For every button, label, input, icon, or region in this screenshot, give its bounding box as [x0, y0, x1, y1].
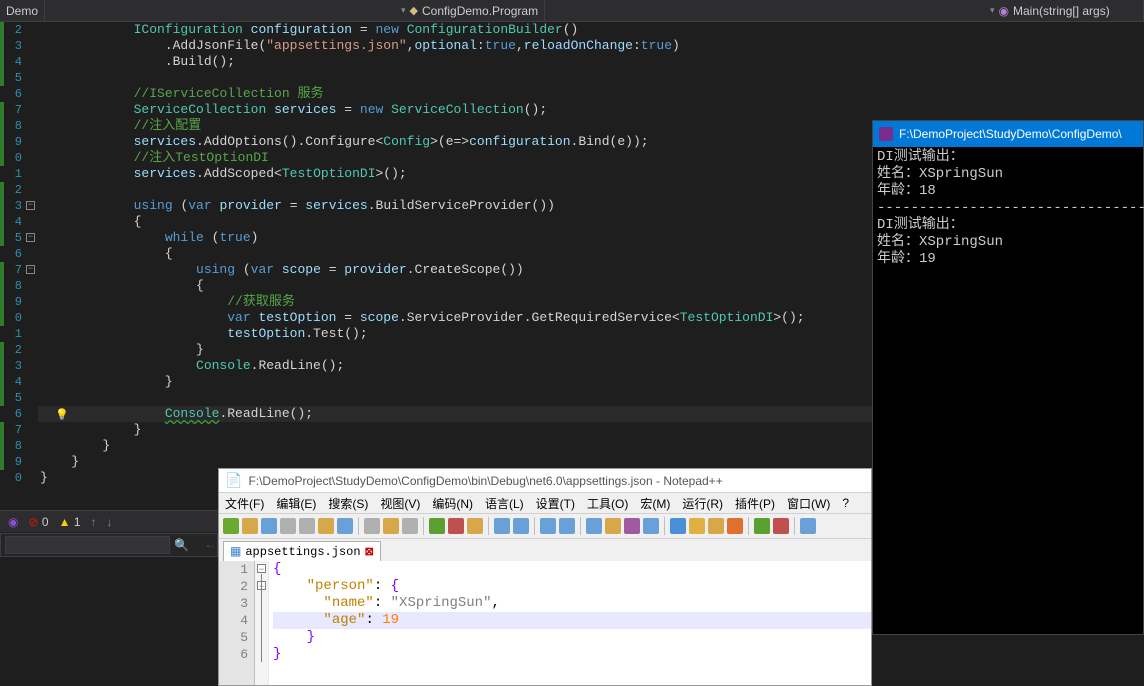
- toolbar-button[interactable]: [223, 518, 239, 534]
- back-icon[interactable]: ←: [205, 538, 216, 552]
- toolbar-button[interactable]: [754, 518, 770, 534]
- toolbar-button[interactable]: [773, 518, 789, 534]
- menu-item[interactable]: 工具(O): [587, 495, 628, 512]
- menu-item[interactable]: 宏(M): [640, 495, 670, 512]
- menu-item[interactable]: 视图(V): [380, 495, 420, 512]
- breadcrumb-method[interactable]: ▾ ◉ Main(string[] args): [984, 0, 1144, 21]
- toolbar-button[interactable]: [708, 518, 724, 534]
- notepadpp-window: 📄 F:\DemoProject\StudyDemo\ConfigDemo\bi…: [218, 468, 872, 686]
- menu-item[interactable]: ?: [842, 496, 849, 510]
- toolbar-button[interactable]: [540, 518, 556, 534]
- toolbar-button[interactable]: [448, 518, 464, 534]
- toolbar-button[interactable]: [280, 518, 296, 534]
- lightbulb-icon[interactable]: 💡: [55, 408, 67, 420]
- chevron-down-icon: ▾: [401, 5, 406, 16]
- notepadpp-titlebar[interactable]: 📄 F:\DemoProject\StudyDemo\ConfigDemo\bi…: [219, 469, 871, 493]
- menu-item[interactable]: 编码(N): [432, 495, 473, 512]
- toolbar-button[interactable]: [299, 518, 315, 534]
- toolbar-button[interactable]: [364, 518, 380, 534]
- toolbar-button[interactable]: [689, 518, 705, 534]
- menu-item[interactable]: 运行(R): [682, 495, 723, 512]
- prev-error-icon[interactable]: ↑: [91, 515, 97, 529]
- breadcrumb-bar: Demo ▾ ◆ ConfigDemo.Program ▾ ◉ Main(str…: [0, 0, 1144, 22]
- toolbar-button[interactable]: [242, 518, 258, 534]
- notepadpp-fold-column[interactable]: −−: [255, 561, 269, 685]
- notepadpp-line-numbers: 123456: [219, 561, 255, 685]
- toolbar-button[interactable]: [494, 518, 510, 534]
- menu-item[interactable]: 编辑(E): [276, 495, 316, 512]
- toolbar-button[interactable]: [586, 518, 602, 534]
- toolbar-button[interactable]: [605, 518, 621, 534]
- line-numbers: 23456789012345678901234567890: [4, 22, 24, 510]
- fold-column[interactable]: −−−: [24, 22, 38, 510]
- error-count[interactable]: ⊘ 0: [28, 515, 48, 529]
- toolbar-button[interactable]: [559, 518, 575, 534]
- menu-item[interactable]: 搜索(S): [328, 495, 368, 512]
- notepadpp-tab-row: ▦ appsettings.json ⊠: [219, 539, 871, 561]
- warning-count[interactable]: ▲ 1: [59, 515, 81, 529]
- class-icon: ◆: [410, 4, 418, 17]
- menu-item[interactable]: 窗口(W): [787, 495, 830, 512]
- notepadpp-menubar: 文件(F) 编辑(E) 搜索(S) 视图(V) 编码(N) 语言(L) 设置(T) 工具(O)…: [219, 493, 871, 513]
- toolbar-button[interactable]: [800, 518, 816, 534]
- chevron-down-icon: ▾: [990, 5, 995, 16]
- notepadpp-toolbar: [219, 513, 871, 539]
- notepadpp-editor[interactable]: 123456 −− { "person": { "name": "XSpring…: [219, 561, 871, 685]
- toolbar-button[interactable]: [261, 518, 277, 534]
- toolbar-button[interactable]: [383, 518, 399, 534]
- notepadpp-app-icon: 📄: [225, 472, 242, 489]
- search-panel: 🔍 ← →: [0, 533, 218, 557]
- notepadpp-tab[interactable]: ▦ appsettings.json ⊠: [223, 541, 381, 561]
- method-icon: ◉: [999, 4, 1009, 18]
- toolbar-button[interactable]: [318, 518, 334, 534]
- toolbar-button[interactable]: [643, 518, 659, 534]
- menu-item[interactable]: 插件(P): [735, 495, 775, 512]
- menu-item[interactable]: 语言(L): [485, 495, 524, 512]
- toolbar-button[interactable]: [467, 518, 483, 534]
- console-window: F:\DemoProject\StudyDemo\ConfigDemo\ DI测…: [872, 120, 1144, 635]
- breadcrumb-namespace[interactable]: Demo: [0, 0, 45, 21]
- info-icon[interactable]: ◉: [8, 515, 18, 529]
- search-icon[interactable]: 🔍: [174, 538, 189, 553]
- console-titlebar[interactable]: F:\DemoProject\StudyDemo\ConfigDemo\: [873, 121, 1143, 147]
- close-icon[interactable]: ⊠: [365, 545, 374, 559]
- console-icon: [879, 127, 893, 141]
- next-error-icon[interactable]: ↓: [107, 515, 113, 529]
- toolbar-button[interactable]: [429, 518, 445, 534]
- breadcrumb-class[interactable]: ▾ ◆ ConfigDemo.Program: [395, 0, 545, 21]
- menu-item[interactable]: 设置(T): [536, 495, 575, 512]
- toolbar-button[interactable]: [727, 518, 743, 534]
- search-input[interactable]: [5, 536, 170, 554]
- file-icon: ▦: [230, 544, 241, 559]
- console-output[interactable]: DI测试输出： 姓名：XSpringSun 年龄：18 ------------…: [873, 147, 1143, 270]
- toolbar-button[interactable]: [402, 518, 418, 534]
- notepadpp-code[interactable]: { "person": { "name": "XSpringSun", "age…: [269, 561, 871, 685]
- toolbar-button[interactable]: [513, 518, 529, 534]
- menu-item[interactable]: 文件(F): [225, 495, 264, 512]
- toolbar-button[interactable]: [670, 518, 686, 534]
- toolbar-button[interactable]: [337, 518, 353, 534]
- toolbar-button[interactable]: [624, 518, 640, 534]
